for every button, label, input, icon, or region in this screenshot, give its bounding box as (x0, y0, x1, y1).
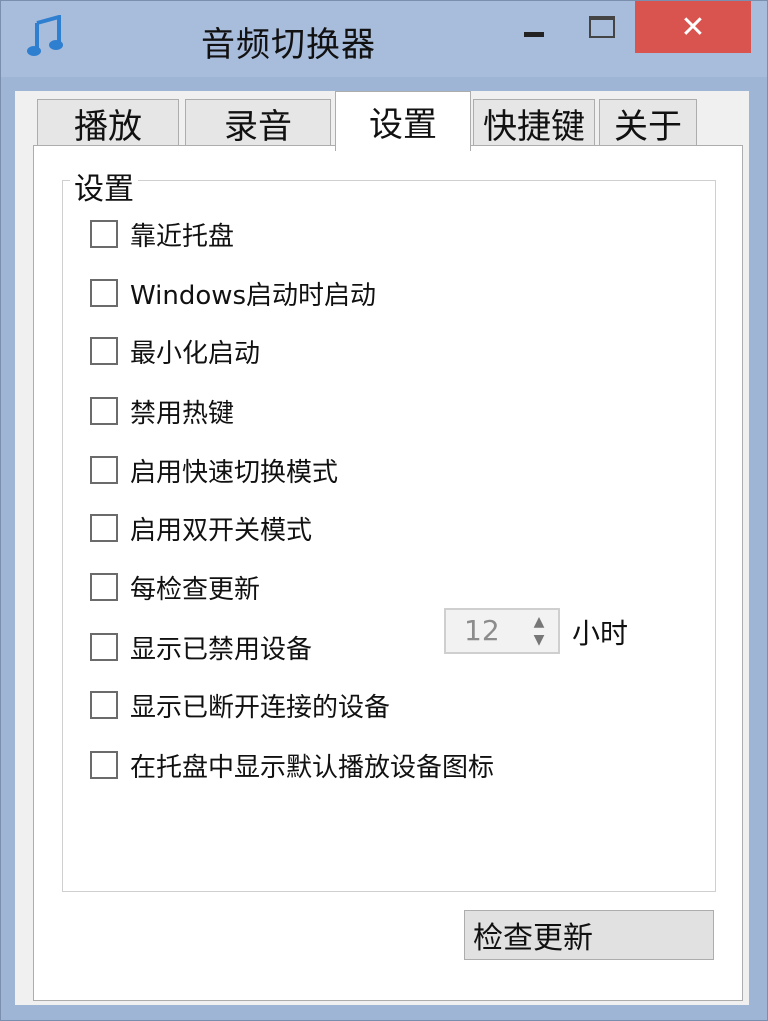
check-update-button[interactable]: 检查更新 (464, 910, 714, 960)
spinner-up-icon[interactable]: ▲ (524, 613, 554, 631)
app-window: 音频切换器 ✕ 播放 录音 设置 快捷键 关于 设置 靠近托盘 Windows启… (0, 0, 768, 1021)
checkbox[interactable] (90, 633, 118, 661)
close-button[interactable]: ✕ (635, 1, 751, 53)
window-title: 音频切换器 (201, 25, 376, 65)
option-label: 启用快速切换模式 (130, 457, 339, 488)
option-start-with-windows[interactable]: Windows启动时启动 (90, 275, 376, 311)
option-quick-switch[interactable]: 启用快速切换模式 (90, 452, 338, 488)
option-label: Windows启动时启动 (130, 280, 377, 311)
option-near-tray[interactable]: 靠近托盘 (90, 216, 234, 252)
option-label: 显示已禁用设备 (130, 634, 313, 665)
option-check-updates-every[interactable]: 每检查更新 (90, 569, 260, 605)
minimize-button[interactable] (501, 1, 567, 53)
checkbox[interactable] (90, 751, 118, 779)
update-interval-value: 12 (464, 614, 500, 647)
checkbox[interactable] (90, 514, 118, 542)
update-interval-unit: 小时 (572, 617, 629, 650)
option-label: 最小化启动 (130, 338, 261, 369)
spinner-down-icon[interactable]: ▼ (524, 631, 554, 649)
music-note-icon (27, 14, 63, 59)
tab-recording[interactable]: 录音 (185, 99, 331, 147)
option-label: 启用双开关模式 (130, 515, 313, 546)
option-label: 在托盘中显示默认播放设备图标 (130, 752, 495, 783)
checkbox[interactable] (90, 397, 118, 425)
update-interval-spinner[interactable]: 12 ▲ ▼ (444, 608, 560, 654)
checkbox[interactable] (90, 691, 118, 719)
client-area: 播放 录音 设置 快捷键 关于 设置 靠近托盘 Windows启动时启动 最小化… (15, 91, 749, 1005)
spinner-buttons: ▲ ▼ (524, 613, 554, 649)
tab-playback[interactable]: 播放 (37, 99, 179, 147)
settings-group-title: 设置 (70, 164, 138, 208)
option-label: 禁用热键 (130, 398, 235, 429)
option-label: 每检查更新 (130, 574, 261, 605)
option-label: 显示已断开连接的设备 (130, 692, 391, 723)
tab-about[interactable]: 关于 (599, 99, 697, 147)
checkbox[interactable] (90, 220, 118, 248)
option-tray-default-icon[interactable]: 在托盘中显示默认播放设备图标 (90, 747, 494, 783)
maximize-button[interactable] (571, 1, 633, 53)
option-label: 靠近托盘 (130, 221, 235, 252)
option-dual-switch[interactable]: 启用双开关模式 (90, 510, 312, 546)
close-icon: ✕ (680, 9, 706, 45)
option-show-disconnected-devices[interactable]: 显示已断开连接的设备 (90, 687, 390, 723)
option-show-disabled-devices[interactable]: 显示已禁用设备 (90, 629, 312, 665)
option-disable-hotkeys[interactable]: 禁用热键 (90, 393, 234, 429)
checkbox[interactable] (90, 573, 118, 601)
settings-panel: 设置 靠近托盘 Windows启动时启动 最小化启动 禁用热键 启用快速切换模式 (33, 145, 743, 1001)
option-start-minimized[interactable]: 最小化启动 (90, 333, 260, 369)
tab-hotkeys[interactable]: 快捷键 (473, 99, 595, 147)
checkbox[interactable] (90, 337, 118, 365)
minimize-icon (524, 31, 544, 37)
tab-settings[interactable]: 设置 (335, 91, 471, 151)
maximize-icon (589, 16, 615, 38)
checkbox[interactable] (90, 456, 118, 484)
title-bar[interactable]: 音频切换器 ✕ (1, 1, 767, 77)
checkbox[interactable] (90, 279, 118, 307)
